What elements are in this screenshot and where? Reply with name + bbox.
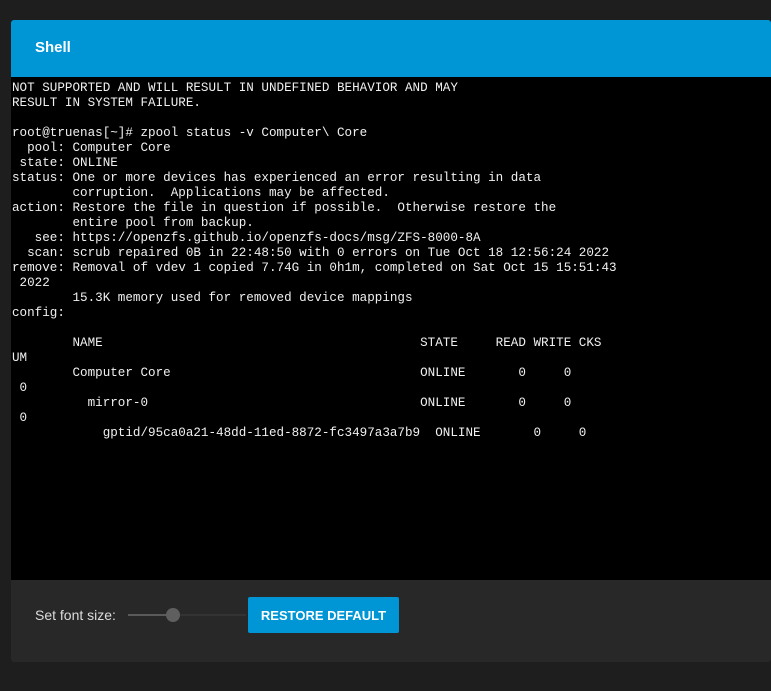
slider-track [172,614,246,616]
shell-card: Shell NOT SUPPORTED AND WILL RESULT IN U… [11,20,771,662]
font-size-slider[interactable] [128,604,248,624]
font-size-label: Set font size: [35,607,116,623]
terminal-output: NOT SUPPORTED AND WILL RESULT IN UNDEFIN… [12,81,617,440]
shell-footer: Set font size: RESTORE DEFAULT [11,580,771,662]
page-title: Shell [35,39,71,56]
slider-thumb[interactable] [166,608,180,622]
restore-default-button[interactable]: RESTORE DEFAULT [248,597,399,633]
shell-header: Shell [11,20,771,77]
terminal[interactable]: NOT SUPPORTED AND WILL RESULT IN UNDEFIN… [11,77,771,580]
